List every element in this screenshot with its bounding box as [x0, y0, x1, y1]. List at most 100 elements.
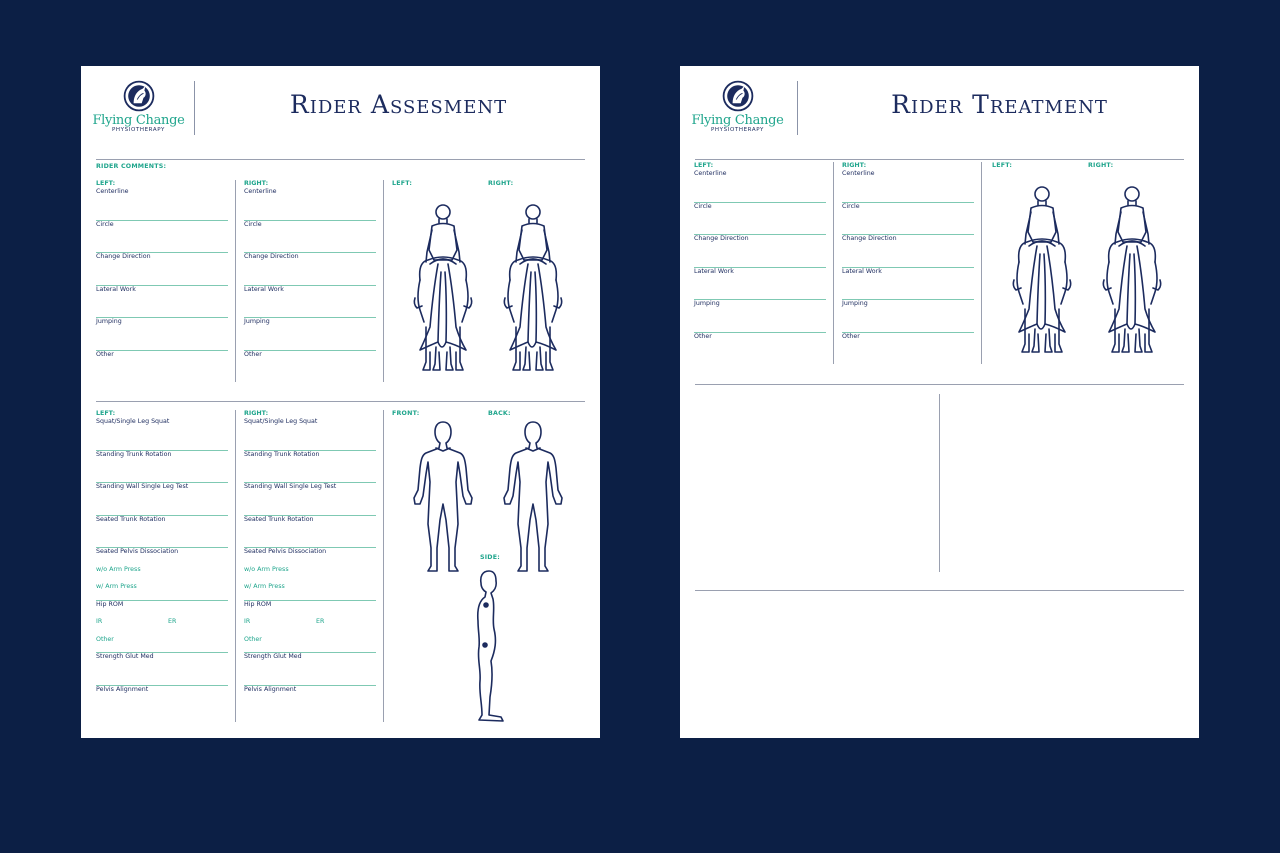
field-label: Seated Trunk Rotation: [244, 515, 314, 523]
logo: Flying Change PHYSIOTHERAPY: [680, 66, 795, 138]
option-label: w/ Arm Press: [96, 583, 137, 591]
right-label: RIGHT:: [244, 410, 269, 417]
column-divider: [981, 162, 982, 364]
page-title: Rider Assesment: [289, 90, 508, 119]
rider-comments-label: RIDER COMMENTS:: [96, 163, 167, 170]
form-row[interactable]: Pelvis Alignment: [244, 686, 376, 704]
field-label: Lateral Work: [694, 267, 734, 275]
form-row[interactable]: Change Direction: [244, 253, 376, 286]
bottom-left-column: LEFT: Squat/Single Leg Squat Standing Tr…: [96, 410, 228, 703]
form-row[interactable]: Squat/Single Leg Squat: [244, 418, 376, 451]
divider: [695, 159, 1184, 160]
form-row[interactable]: Standing Trunk Rotation: [244, 451, 376, 484]
form-row[interactable]: Centerline: [96, 188, 228, 221]
brand-name: Flying Change: [92, 113, 185, 128]
form-row[interactable]: Standing Wall Single Leg Test: [244, 483, 376, 516]
field-label: Jumping: [694, 300, 720, 308]
form-row[interactable]: Circle: [96, 221, 228, 254]
divider: [96, 401, 585, 402]
form-row[interactable]: Seated Pelvis Dissociation: [244, 548, 376, 566]
form-row[interactable]: Jumping: [96, 318, 228, 351]
er-label: ER: [316, 618, 325, 626]
column-divider: [383, 180, 384, 382]
form-row[interactable]: Other: [96, 636, 228, 654]
figure-left-label: LEFT:: [392, 180, 413, 187]
form-row[interactable]: Centerline: [244, 188, 376, 221]
form-row[interactable]: Seated Trunk Rotation: [96, 516, 228, 549]
field-label: Hip ROM: [244, 600, 272, 608]
form-row[interactable]: Hip ROM: [244, 601, 376, 619]
body-front-icon: [408, 420, 478, 575]
form-row[interactable]: Change Direction: [694, 235, 826, 268]
field-label: Centerline: [96, 188, 129, 195]
option-label: w/o Arm Press: [244, 565, 289, 573]
option-label: w/o Arm Press: [96, 565, 141, 573]
form-row[interactable]: Jumping: [694, 300, 826, 333]
form-row[interactable]: Circle: [842, 203, 974, 236]
field-label: Squat/Single Leg Squat: [96, 418, 170, 425]
form-row[interactable]: Jumping: [842, 300, 974, 333]
horse-rider-left-icon: [408, 202, 478, 377]
form-row[interactable]: w/ Arm Press: [96, 583, 228, 601]
column-divider: [235, 410, 236, 722]
form-row[interactable]: Other: [694, 333, 826, 366]
field-label: Lateral Work: [96, 285, 136, 293]
side-label: SIDE:: [480, 554, 500, 561]
form-row[interactable]: Other: [842, 333, 974, 366]
form-row[interactable]: Other: [244, 636, 376, 654]
form-row[interactable]: Change Direction: [96, 253, 228, 286]
figure-left-label: LEFT:: [992, 162, 1013, 169]
left-label: LEFT:: [96, 410, 116, 417]
field-label: Standing Trunk Rotation: [244, 450, 320, 458]
form-row[interactable]: Centerline: [694, 170, 826, 203]
field-label: Change Direction: [694, 235, 749, 243]
form-row[interactable]: Change Direction: [842, 235, 974, 268]
field-label: Centerline: [694, 170, 727, 177]
horse-rider-right-icon: [1097, 184, 1167, 359]
form-row[interactable]: w/ Arm Press: [244, 583, 376, 601]
form-row[interactable]: Standing Trunk Rotation: [96, 451, 228, 484]
field-label: Change Direction: [96, 253, 151, 261]
form-row[interactable]: Circle: [244, 221, 376, 254]
rider-assessment-page: Flying Change PHYSIOTHERAPY Rider Assesm…: [81, 66, 600, 738]
form-row[interactable]: Circle: [694, 203, 826, 236]
form-row[interactable]: Centerline: [842, 170, 974, 203]
field-label: Circle: [244, 220, 262, 228]
form-row[interactable]: w/o Arm Press: [244, 566, 376, 584]
field-label: Strength Glut Med: [96, 653, 154, 661]
form-row[interactable]: Squat/Single Leg Squat: [96, 418, 228, 451]
form-row[interactable]: Other: [244, 351, 376, 384]
form-row[interactable]: Hip ROM: [96, 601, 228, 619]
form-row[interactable]: Standing Wall Single Leg Test: [96, 483, 228, 516]
body-back-icon: [498, 420, 568, 575]
field-label: Jumping: [842, 300, 868, 308]
form-row[interactable]: IR ER: [96, 618, 228, 636]
horse-rider-left-icon: [1007, 184, 1077, 359]
form-row[interactable]: Strength Glut Med: [244, 653, 376, 686]
form-row[interactable]: Strength Glut Med: [96, 653, 228, 686]
right-label: RIGHT:: [842, 162, 867, 169]
form-row[interactable]: w/o Arm Press: [96, 566, 228, 584]
field-label: Circle: [842, 202, 860, 210]
column-divider: [235, 180, 236, 382]
form-row[interactable]: IR ER: [244, 618, 376, 636]
form-row[interactable]: Lateral Work: [96, 286, 228, 319]
field-label: Standing Trunk Rotation: [96, 450, 172, 458]
form-row[interactable]: Pelvis Alignment: [96, 686, 228, 704]
brand-tagline: PHYSIOTHERAPY: [112, 127, 165, 133]
page-title: Rider Treatment: [891, 90, 1108, 119]
form-row[interactable]: Seated Trunk Rotation: [244, 516, 376, 549]
other-label: Other: [96, 635, 114, 643]
form-row[interactable]: Jumping: [244, 318, 376, 351]
form-row[interactable]: Seated Pelvis Dissociation: [96, 548, 228, 566]
form-row[interactable]: Lateral Work: [842, 268, 974, 301]
back-label: BACK:: [488, 410, 511, 417]
field-label: Jumping: [244, 318, 270, 326]
form-row[interactable]: Lateral Work: [694, 268, 826, 301]
field-label: Pelvis Alignment: [244, 685, 297, 693]
column-divider: [833, 162, 834, 364]
field-label: Seated Pelvis Dissociation: [96, 548, 179, 556]
form-row[interactable]: Lateral Work: [244, 286, 376, 319]
form-row[interactable]: Other: [96, 351, 228, 384]
field-label: Pelvis Alignment: [96, 685, 149, 693]
